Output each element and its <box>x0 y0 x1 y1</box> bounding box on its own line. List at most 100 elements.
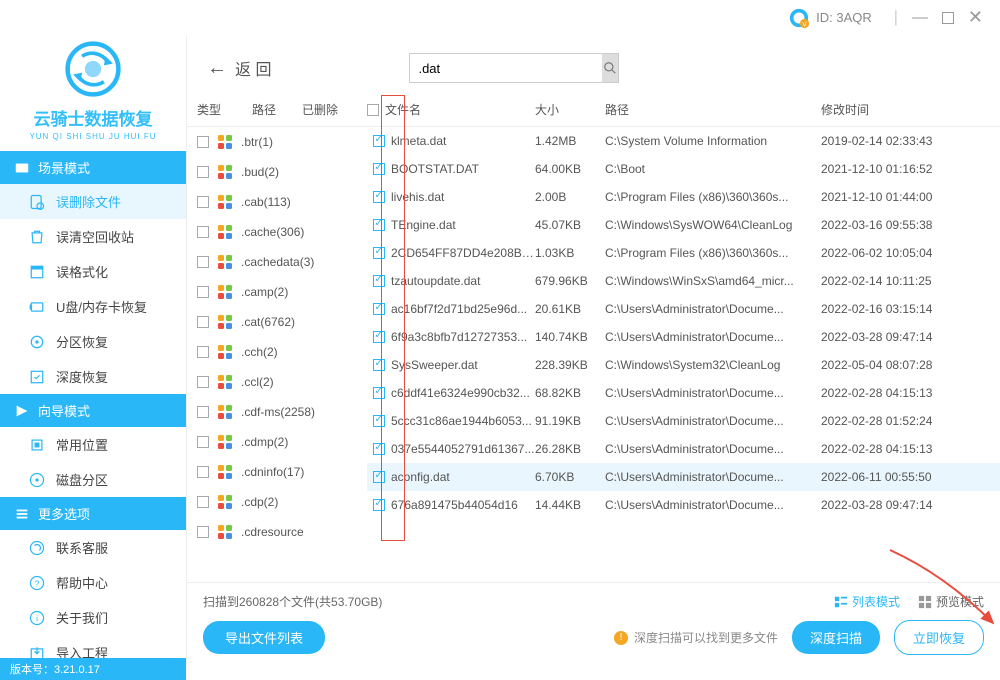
list-mode-button[interactable]: 列表模式 <box>834 593 900 610</box>
type-checkbox[interactable] <box>197 376 209 388</box>
sidebar-item[interactable]: U盘/内存卡恢复 <box>0 289 186 324</box>
search-input[interactable] <box>410 54 602 82</box>
deep-scan-button[interactable]: 深度扫描 <box>792 621 880 654</box>
file-row[interactable]: aconfig.dat6.70KBC:\Users\Administrator\… <box>367 463 1000 491</box>
type-checkbox[interactable] <box>197 166 209 178</box>
file-row[interactable]: 037e5544052791d61367...26.28KBC:\Users\A… <box>367 435 1000 463</box>
type-row[interactable]: .bud(2) <box>187 157 367 187</box>
format-icon <box>28 263 46 281</box>
maximize-button[interactable] <box>942 12 954 24</box>
type-row[interactable]: .ccl(2) <box>187 367 367 397</box>
file-path: C:\Windows\System32\CleanLog <box>605 358 821 372</box>
sidebar-section-header: 向导模式 <box>0 394 186 427</box>
file-checkbox[interactable] <box>373 247 385 259</box>
file-row[interactable]: tzautoupdate.dat679.96KBC:\Windows\WinSx… <box>367 267 1000 295</box>
type-row[interactable]: .btr(1) <box>187 127 367 157</box>
type-row[interactable]: .cdmp(2) <box>187 427 367 457</box>
type-row[interactable]: .camp(2) <box>187 277 367 307</box>
file-row[interactable]: 5ccc31c86ae1944b6053...91.19KBC:\Users\A… <box>367 407 1000 435</box>
close-button[interactable]: ✕ <box>966 5 985 30</box>
recover-button[interactable]: 立即恢复 <box>894 620 984 655</box>
file-row[interactable]: TEngine.dat45.07KBC:\Windows\SysWOW64\Cl… <box>367 211 1000 239</box>
file-row[interactable]: livehis.dat2.00BC:\Program Files (x86)\3… <box>367 183 1000 211</box>
type-checkbox[interactable] <box>197 436 209 448</box>
search-button[interactable] <box>602 54 618 82</box>
sidebar-item[interactable]: 联系客服 <box>0 530 186 565</box>
file-checkbox[interactable] <box>373 303 385 315</box>
sidebar-item[interactable]: 磁盘分区 <box>0 462 186 497</box>
file-path: C:\Program Files (x86)\360\360s... <box>605 246 821 260</box>
type-checkbox[interactable] <box>197 406 209 418</box>
type-row[interactable]: .cdninfo(17) <box>187 457 367 487</box>
sidebar-item[interactable]: 常用位置 <box>0 427 186 462</box>
file-checkbox[interactable] <box>373 359 385 371</box>
sidebar-item[interactable]: 误清空回收站 <box>0 219 186 254</box>
type-checkbox[interactable] <box>197 466 209 478</box>
back-button[interactable]: ← 返 回 <box>207 56 271 80</box>
file-path: C:\Users\Administrator\Docume... <box>605 414 821 428</box>
type-checkbox[interactable] <box>197 496 209 508</box>
type-row[interactable]: .cache(306) <box>187 217 367 247</box>
sidebar-item[interactable]: 深度恢复 <box>0 359 186 394</box>
file-checkbox[interactable] <box>373 163 385 175</box>
sidebar-item[interactable]: ?帮助中心 <box>0 565 186 600</box>
type-label: .cdf-ms(2258) <box>241 405 315 419</box>
type-row[interactable]: .cdp(2) <box>187 487 367 517</box>
type-row[interactable]: .cdresource <box>187 517 367 547</box>
file-checkbox[interactable] <box>373 331 385 343</box>
file-size: 6.70KB <box>535 470 605 484</box>
file-row[interactable]: SysSweeper.dat228.39KBC:\Windows\System3… <box>367 351 1000 379</box>
type-checkbox[interactable] <box>197 286 209 298</box>
file-size: 20.61KB <box>535 302 605 316</box>
file-checkbox[interactable] <box>373 135 385 147</box>
type-checkbox[interactable] <box>197 526 209 538</box>
file-row[interactable]: 2CD654FF87DD4e208BA...1.03KBC:\Program F… <box>367 239 1000 267</box>
file-checkbox[interactable] <box>373 275 385 287</box>
file-checkbox[interactable] <box>373 191 385 203</box>
preview-mode-button[interactable]: 预览模式 <box>918 593 984 610</box>
type-checkbox[interactable] <box>197 316 209 328</box>
sidebar-item[interactable]: i关于我们 <box>0 600 186 635</box>
file-row[interactable]: c6ddf41e6324e990cb32...68.82KBC:\Users\A… <box>367 379 1000 407</box>
type-row[interactable]: .cdf-ms(2258) <box>187 397 367 427</box>
col-time[interactable]: 修改时间 <box>821 101 951 118</box>
filetype-icon <box>217 314 233 330</box>
type-checkbox[interactable] <box>197 136 209 148</box>
sidebar-item[interactable]: 误格式化 <box>0 254 186 289</box>
file-checkbox[interactable] <box>373 415 385 427</box>
type-label: .cachedata(3) <box>241 255 314 269</box>
file-path: C:\Windows\WinSxS\amd64_micr... <box>605 274 821 288</box>
list-icon <box>834 595 848 609</box>
file-row[interactable]: 676a891475b44054d1614.44KBC:\Users\Admin… <box>367 491 1000 519</box>
col-filename[interactable]: 文件名 <box>367 101 535 118</box>
type-checkbox[interactable] <box>197 256 209 268</box>
type-label: .ccl(2) <box>241 375 274 389</box>
file-checkbox[interactable] <box>373 499 385 511</box>
minimize-button[interactable]: — <box>910 7 930 29</box>
file-checkbox[interactable] <box>373 471 385 483</box>
col-path[interactable]: 路径 <box>252 101 302 118</box>
sidebar-item[interactable]: 分区恢复 <box>0 324 186 359</box>
type-checkbox[interactable] <box>197 226 209 238</box>
file-row[interactable]: 6f9a3c8bfb7d12727353...140.74KBC:\Users\… <box>367 323 1000 351</box>
col-filepath[interactable]: 路径 <box>605 101 821 118</box>
file-checkbox[interactable] <box>373 219 385 231</box>
svg-text:i: i <box>36 614 38 623</box>
col-size[interactable]: 大小 <box>535 101 605 118</box>
type-row[interactable]: .cab(113) <box>187 187 367 217</box>
type-row[interactable]: .cch(2) <box>187 337 367 367</box>
file-row[interactable]: ac16bf7f2d71bd25e96d...20.61KBC:\Users\A… <box>367 295 1000 323</box>
file-row[interactable]: klmeta.dat1.42MBC:\System Volume Informa… <box>367 127 1000 155</box>
sidebar-item[interactable]: 误删除文件 <box>0 184 186 219</box>
col-deleted[interactable]: 已删除 <box>302 101 352 118</box>
file-checkbox[interactable] <box>373 443 385 455</box>
type-checkbox[interactable] <box>197 196 209 208</box>
file-row[interactable]: BOOTSTAT.DAT64.00KBC:\Boot2021-12-10 01:… <box>367 155 1000 183</box>
col-type[interactable]: 类型 <box>197 101 252 118</box>
export-button[interactable]: 导出文件列表 <box>203 621 325 654</box>
type-row[interactable]: .cachedata(3) <box>187 247 367 277</box>
file-checkbox[interactable] <box>373 387 385 399</box>
location-icon <box>28 436 46 454</box>
type-checkbox[interactable] <box>197 346 209 358</box>
type-row[interactable]: .cat(6762) <box>187 307 367 337</box>
